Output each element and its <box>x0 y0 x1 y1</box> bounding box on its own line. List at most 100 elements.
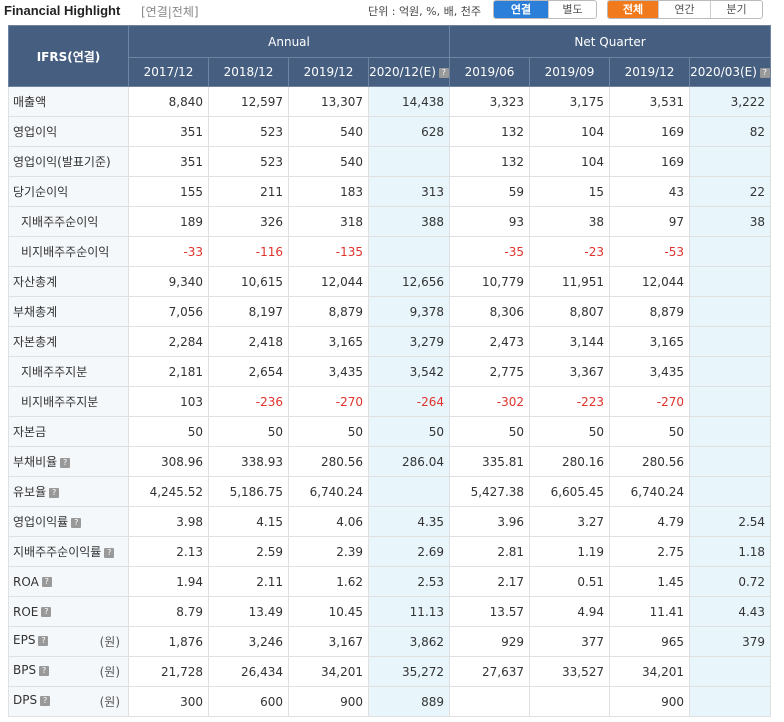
table-cell: 11.41 <box>609 596 691 627</box>
table-cell: 12,044 <box>609 266 691 297</box>
table-row: 자산총계 9,340 10,615 12,044 12,656 10,779 11,951 1… <box>8 266 772 297</box>
table-cell: 2.81 <box>449 536 531 567</box>
row-label: 지배주주순이익률? <box>8 536 129 567</box>
table-cell: 1.62 <box>288 566 369 597</box>
table-cell: 103 <box>128 386 209 417</box>
table-cell <box>689 146 772 177</box>
help-icon[interactable]: ? <box>49 487 60 498</box>
table-cell <box>689 266 772 297</box>
table-cell: 318 <box>288 206 369 237</box>
help-icon[interactable]: ? <box>39 665 50 676</box>
table-row: 당기순이익 155 211 183 313 59 15 43 22 <box>8 176 772 207</box>
table-cell: 97 <box>609 206 691 237</box>
table-cell: 132 <box>449 146 531 177</box>
table-cell: 2,775 <box>449 356 531 387</box>
table-cell: 93 <box>449 206 531 237</box>
help-icon[interactable]: ? <box>438 67 449 78</box>
row-label-text: 비지배주주순이익 <box>21 245 110 259</box>
help-icon[interactable]: ? <box>71 517 82 528</box>
table-cell: 34,201 <box>609 656 691 687</box>
quarter-group-header: Net Quarter <box>449 25 772 58</box>
column-header: 2019/06 <box>449 57 531 87</box>
table-cell <box>529 686 611 717</box>
row-label-text: BPS <box>13 663 37 677</box>
table-cell: 313 <box>367 176 451 207</box>
help-icon[interactable]: ? <box>60 457 71 468</box>
table-cell: 1.45 <box>609 566 691 597</box>
table-row: 자본금 50 50 50 50 50 50 50 <box>8 416 772 447</box>
table-row: 부채총계 7,056 8,197 8,879 9,378 8,306 8,807 8,879 <box>8 296 772 327</box>
row-label: DPS? (원) <box>8 686 129 717</box>
table-row: ROA? 1.94 2.11 1.62 2.53 2.17 0.51 1.45 0.72 <box>8 566 772 597</box>
row-label: 당기순이익 <box>8 176 129 207</box>
table-cell: 286.04 <box>367 446 451 477</box>
help-icon[interactable]: ? <box>41 607 52 617</box>
table-cell: 38 <box>529 206 611 237</box>
table-row: BPS? (원) 21,728 26,434 34,201 35,272 27,637 33,… <box>8 656 772 687</box>
help-icon[interactable]: ? <box>40 695 51 706</box>
table-row: 비지배주주순이익 -33 -116 -135 -35 -23 -53 <box>8 236 772 267</box>
row-label-text: 부채총계 <box>13 305 58 319</box>
section-title: Financial Highlight <box>4 3 121 18</box>
column-header: 2020/03(E)? <box>689 57 772 87</box>
help-icon[interactable]: ? <box>759 67 770 78</box>
table-cell: 3,167 <box>288 626 369 657</box>
period-annual-button[interactable]: 연간 <box>658 1 710 18</box>
table-cell: 280.56 <box>288 446 369 477</box>
table-cell: 1.18 <box>689 536 772 567</box>
table-cell: -270 <box>288 386 369 417</box>
row-label: 부채비율? <box>8 446 129 477</box>
table-cell <box>689 386 772 417</box>
table-cell: 2.54 <box>689 506 772 537</box>
table-cell: 2,418 <box>208 326 289 357</box>
help-icon[interactable]: ? <box>38 635 49 646</box>
table-cell: 13,307 <box>288 86 369 117</box>
table-cell: 35,272 <box>367 656 451 687</box>
help-icon[interactable]: ? <box>104 547 115 558</box>
table-cell: 540 <box>288 116 369 147</box>
table-cell: -35 <box>449 236 531 267</box>
row-label-text: 지배주주순이익률 <box>13 545 102 559</box>
table-cell <box>367 236 451 267</box>
row-label: 유보율? <box>8 476 129 507</box>
consolidated-button[interactable]: 연결 <box>494 1 548 18</box>
table-cell: 523 <box>208 116 289 147</box>
table-cell: 4.43 <box>689 596 772 627</box>
table-cell: 3,531 <box>609 86 691 117</box>
table-cell: 2.39 <box>288 536 369 567</box>
table-cell: 0.51 <box>529 566 611 597</box>
period-quarter-button[interactable]: 분기 <box>710 1 762 18</box>
table-cell <box>689 686 772 717</box>
separate-button[interactable]: 별도 <box>548 1 596 18</box>
table-cell: 8,879 <box>609 296 691 327</box>
table-cell: 1.94 <box>128 566 209 597</box>
table-cell: 3,165 <box>288 326 369 357</box>
table-cell: 2,654 <box>208 356 289 387</box>
table-row: 지배주주순이익률? 2.13 2.59 2.39 2.69 2.81 1.19 2.75 1.1… <box>8 536 772 567</box>
top-bar: Financial Highlight [연결|전체] 단위 : 억원, %, … <box>0 0 784 22</box>
table-row: 매출액 8,840 12,597 13,307 14,438 3,323 3,175 3,53… <box>8 86 772 117</box>
row-label: ROE? <box>8 596 129 627</box>
table-cell: 34,201 <box>288 656 369 687</box>
table-cell: -116 <box>208 236 289 267</box>
table-cell <box>689 356 772 387</box>
table-cell: 3,435 <box>288 356 369 387</box>
financial-highlight-table: IFRS(연결) Annual Net Quarter 2017/12 2018… <box>8 25 772 717</box>
table-cell: 5,427.38 <box>449 476 531 507</box>
table-cell <box>689 236 772 267</box>
table-cell <box>689 656 772 687</box>
row-label: 비지배주주순이익 <box>8 236 129 267</box>
row-label-text: DPS <box>13 693 38 707</box>
table-cell: 965 <box>609 626 691 657</box>
table-cell: 7,056 <box>128 296 209 327</box>
period-all-button[interactable]: 전체 <box>608 1 658 18</box>
row-label: 지배주주순이익 <box>8 206 129 237</box>
help-icon[interactable]: ? <box>41 577 52 587</box>
table-row: 지배주주순이익 189 326 318 388 93 38 97 38 <box>8 206 772 237</box>
table-row: 영업이익(발표기준) 351 523 540 132 104 169 <box>8 146 772 177</box>
table-cell: 8,840 <box>128 86 209 117</box>
row-label: 영업이익 <box>8 116 129 147</box>
table-cell: 9,340 <box>128 266 209 297</box>
table-cell: 300 <box>128 686 209 717</box>
table-cell <box>689 416 772 447</box>
